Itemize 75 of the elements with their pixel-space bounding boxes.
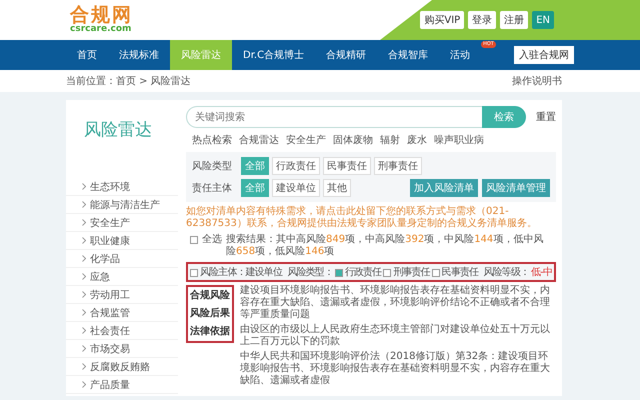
account-button[interactable]: 购买VIP <box>420 11 464 29</box>
chevron-right-icon <box>82 381 86 388</box>
chevron-right-icon <box>82 237 86 244</box>
type-option: 民事责任 <box>442 265 478 279</box>
nav-tab[interactable]: 合规精研 <box>315 40 378 70</box>
chevron-right-icon <box>82 309 86 316</box>
sidebar-item[interactable]: 化学品 <box>66 250 178 268</box>
chevron-right-icon <box>82 363 86 370</box>
sidebar-item[interactable]: 合规监管 <box>66 304 178 322</box>
chevron-right-icon <box>82 255 86 262</box>
filter-label: 责任主体 <box>192 182 233 195</box>
hot-tag[interactable]: 噪声职业病 <box>434 133 484 147</box>
filter-option[interactable]: 建设单位 <box>272 179 320 197</box>
search-field[interactable]: 关键词搜索 <box>186 106 482 128</box>
type-label: 风险类型： <box>287 266 333 279</box>
sidebar-item[interactable]: 安全生产 <box>66 214 178 232</box>
checkbox[interactable] <box>190 269 198 277</box>
page-title: 风险雷达 <box>83 119 153 142</box>
hot-tag[interactable]: 固体废物 <box>333 133 373 147</box>
sidebar-item[interactable]: 应急 <box>66 268 178 286</box>
sidebar-item[interactable]: 劳动用工 <box>66 286 178 304</box>
nav-tab[interactable]: 合规智库 <box>377 40 440 70</box>
site-domain: csrcare.com <box>70 25 132 34</box>
breadcrumb: 当前位置：首页 > 风险雷达 <box>66 74 191 88</box>
hot-tag[interactable]: 合规雷达 <box>239 133 279 147</box>
checkbox[interactable] <box>334 269 343 277</box>
sidebar-item[interactable]: 市场交易 <box>66 340 178 358</box>
chevron-right-icon <box>82 201 86 208</box>
filter-option[interactable]: 刑事责任 <box>374 157 422 175</box>
nav-tab[interactable]: 活动 <box>439 40 482 70</box>
chevron-right-icon <box>82 345 86 352</box>
hot-tag[interactable]: 废水 <box>407 133 427 147</box>
detail-label: 法律依据 <box>190 326 230 338</box>
type-option: 刑事责任 <box>393 265 430 279</box>
subject-text: 风险主体：建设单位 <box>200 266 282 279</box>
type-option: 行政责任 <box>344 265 382 279</box>
account-button[interactable]: 登录 <box>468 11 496 29</box>
sidebar-item[interactable]: 职业健康 <box>66 232 178 250</box>
chevron-right-icon <box>82 273 86 280</box>
detail-text: 建设项目环境影响报告书、环境影响报告表存在基础资料明显不实，内容存在重大缺陷、遗漏或者虚假，环境影响评价结论不正确或者不合理等严重质量问题 <box>240 285 551 321</box>
chevron-right-icon <box>82 219 86 226</box>
hot-tag[interactable]: 安全生产 <box>286 133 326 147</box>
level-value: 低-中 <box>531 266 552 279</box>
filter-option[interactable]: 其他 <box>323 179 351 197</box>
detail-label: 合规风险 <box>190 290 230 302</box>
chevron-right-icon <box>82 183 86 190</box>
help-link[interactable]: 操作说明书 <box>512 74 562 88</box>
detail-text: 中华人民共和国环境影响评价法（2018修订版）第32条：建设项目环境影响报告书、环境影响报告表存在基础资料明显不实，内容存在重大缺陷、遗漏或者虚假 <box>240 351 551 387</box>
results-summary: 搜索结果：其中高风险849项，中高风险392项，中风险144项，低中风险658项，低风险146项 <box>226 234 544 258</box>
filter-option[interactable]: 民事责任 <box>323 157 371 175</box>
account-button[interactable]: 注册 <box>500 11 528 29</box>
checkbox[interactable] <box>432 269 440 277</box>
nav-tab[interactable]: Dr.C合规博士 <box>232 40 316 70</box>
chevron-right-icon <box>82 327 86 334</box>
sidebar-item[interactable]: 能源与清洁生产 <box>66 196 178 214</box>
level-label: 风险等级： <box>484 266 530 279</box>
notice-text: 如您对清单内容有特殊需求，请点击此处留下您的联系方式与需求（021-62387533）联系，合规网提供由法规专家团队量身定制的合规义务清单服务。 <box>186 204 538 231</box>
hot-tag[interactable]: 辐射 <box>380 133 400 147</box>
filter-label: 风险类型 <box>192 160 233 173</box>
sidebar-item[interactable]: 产品质量 <box>66 376 178 394</box>
join-button[interactable]: 入驻合规网 <box>514 46 574 64</box>
checkbox[interactable] <box>383 269 392 277</box>
nav-tab[interactable]: 法规标准 <box>108 40 170 70</box>
sidebar-item[interactable]: 生态环境 <box>66 178 178 196</box>
hot-search-label: 热点检索 <box>192 134 232 147</box>
checkbox[interactable] <box>190 236 198 244</box>
select-all-label: 全选 <box>202 234 222 246</box>
detail-text: 由设区的市级以上人民政府生态环境主管部门对建设单位处五十万元以上二百万元以下的罚款 <box>240 324 551 348</box>
chevron-right-icon <box>82 291 86 298</box>
sidebar-item[interactable]: 社会责任 <box>66 322 178 340</box>
nav-tab[interactable]: 首页 <box>66 40 108 70</box>
reset-link[interactable]: 重置 <box>536 110 556 124</box>
detail-label: 风险后果 <box>190 308 230 320</box>
filter-option[interactable]: 行政责任 <box>272 157 320 175</box>
sidebar-item[interactable]: 反腐败反贿赂 <box>66 358 178 376</box>
